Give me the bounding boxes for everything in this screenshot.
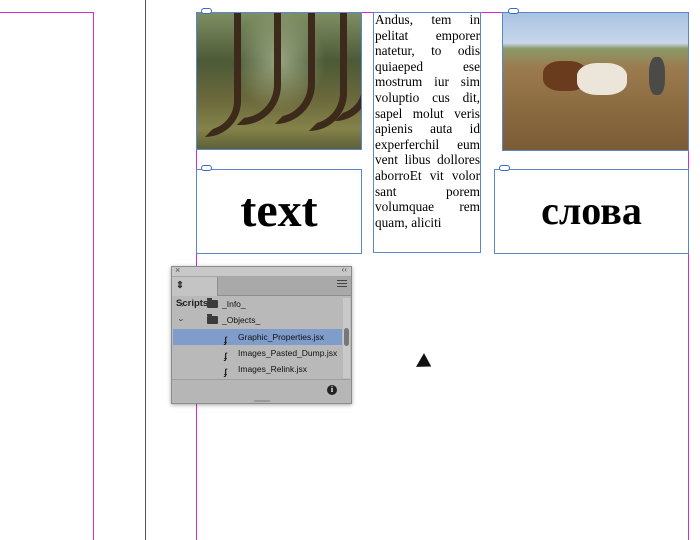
folder-icon: [207, 298, 218, 308]
left-word: text: [240, 184, 318, 237]
info-icon[interactable]: i: [327, 385, 337, 395]
horse-white: [577, 63, 627, 95]
chevron-down-icon[interactable]: ›: [174, 319, 190, 322]
close-icon[interactable]: ×: [175, 265, 180, 275]
sort-arrows-icon: ⇕: [176, 280, 184, 291]
folder-label: _Info_: [222, 299, 246, 309]
panel-footer: i: [172, 379, 351, 402]
folder-row-objects[interactable]: › _Objects_: [173, 312, 342, 328]
scripts-list: › _Info_ › _Objects_ ʄ Graphic_Propertie…: [173, 296, 342, 378]
right-word-frame[interactable]: слова: [494, 169, 689, 254]
script-file-icon: ʄ: [224, 367, 227, 377]
tree-trunk: [335, 13, 361, 121]
forest-image-frame[interactable]: [196, 12, 362, 150]
script-label: Images_Pasted_Dump.jsx: [238, 348, 338, 358]
body-text-frame[interactable]: Andus, tem in pelitat emporer natetur, t…: [373, 12, 481, 253]
panel-titlebar[interactable]: × ‹‹: [172, 265, 351, 277]
right-word: слова: [541, 188, 642, 233]
link-icon[interactable]: [508, 8, 519, 14]
script-row-graphic-properties[interactable]: ʄ Graphic_Properties.jsx: [173, 329, 342, 345]
script-label: Graphic_Properties.jsx: [238, 332, 324, 342]
script-row-images-pasted-dump[interactable]: ʄ Images_Pasted_Dump.jsx: [173, 345, 342, 361]
script-row-images-relink[interactable]: ʄ Images_Relink.jsx: [173, 361, 342, 377]
resize-grip[interactable]: [254, 400, 270, 402]
horses-image-frame[interactable]: [502, 12, 689, 151]
folder-row-info[interactable]: › _Info_: [173, 296, 342, 312]
scripts-panel[interactable]: × ‹‹ ⇕ Scripts › _Info_ › _Objects_ ʄ Gr…: [171, 265, 352, 404]
link-icon[interactable]: [499, 165, 510, 171]
farmer: [649, 57, 665, 95]
link-icon[interactable]: [201, 8, 212, 14]
folder-icon: [207, 314, 218, 324]
script-label: Images_Relink.jsx: [238, 364, 307, 374]
collapse-icon[interactable]: ‹‹: [342, 265, 347, 274]
margin-guide-left-page: [93, 12, 94, 540]
folder-label: _Objects_: [222, 315, 261, 325]
panel-menu-icon[interactable]: [337, 280, 347, 289]
mouse-cursor-icon: [416, 353, 436, 374]
tree-trunk: [205, 13, 241, 137]
panel-tab-bar: ⇕ Scripts: [172, 277, 351, 309]
page-spine: [145, 0, 146, 540]
panel-scrollbar[interactable]: [343, 298, 350, 378]
tab-scripts[interactable]: ⇕ Scripts: [172, 277, 218, 309]
link-icon[interactable]: [201, 165, 212, 171]
scroll-thumb[interactable]: [344, 328, 349, 346]
margin-guide-top-left-page: [0, 12, 94, 13]
left-word-frame[interactable]: text: [196, 169, 362, 254]
chevron-right-icon[interactable]: ›: [181, 296, 184, 312]
body-text: Andus, tem in pelitat emporer natetur, t…: [375, 12, 480, 230]
